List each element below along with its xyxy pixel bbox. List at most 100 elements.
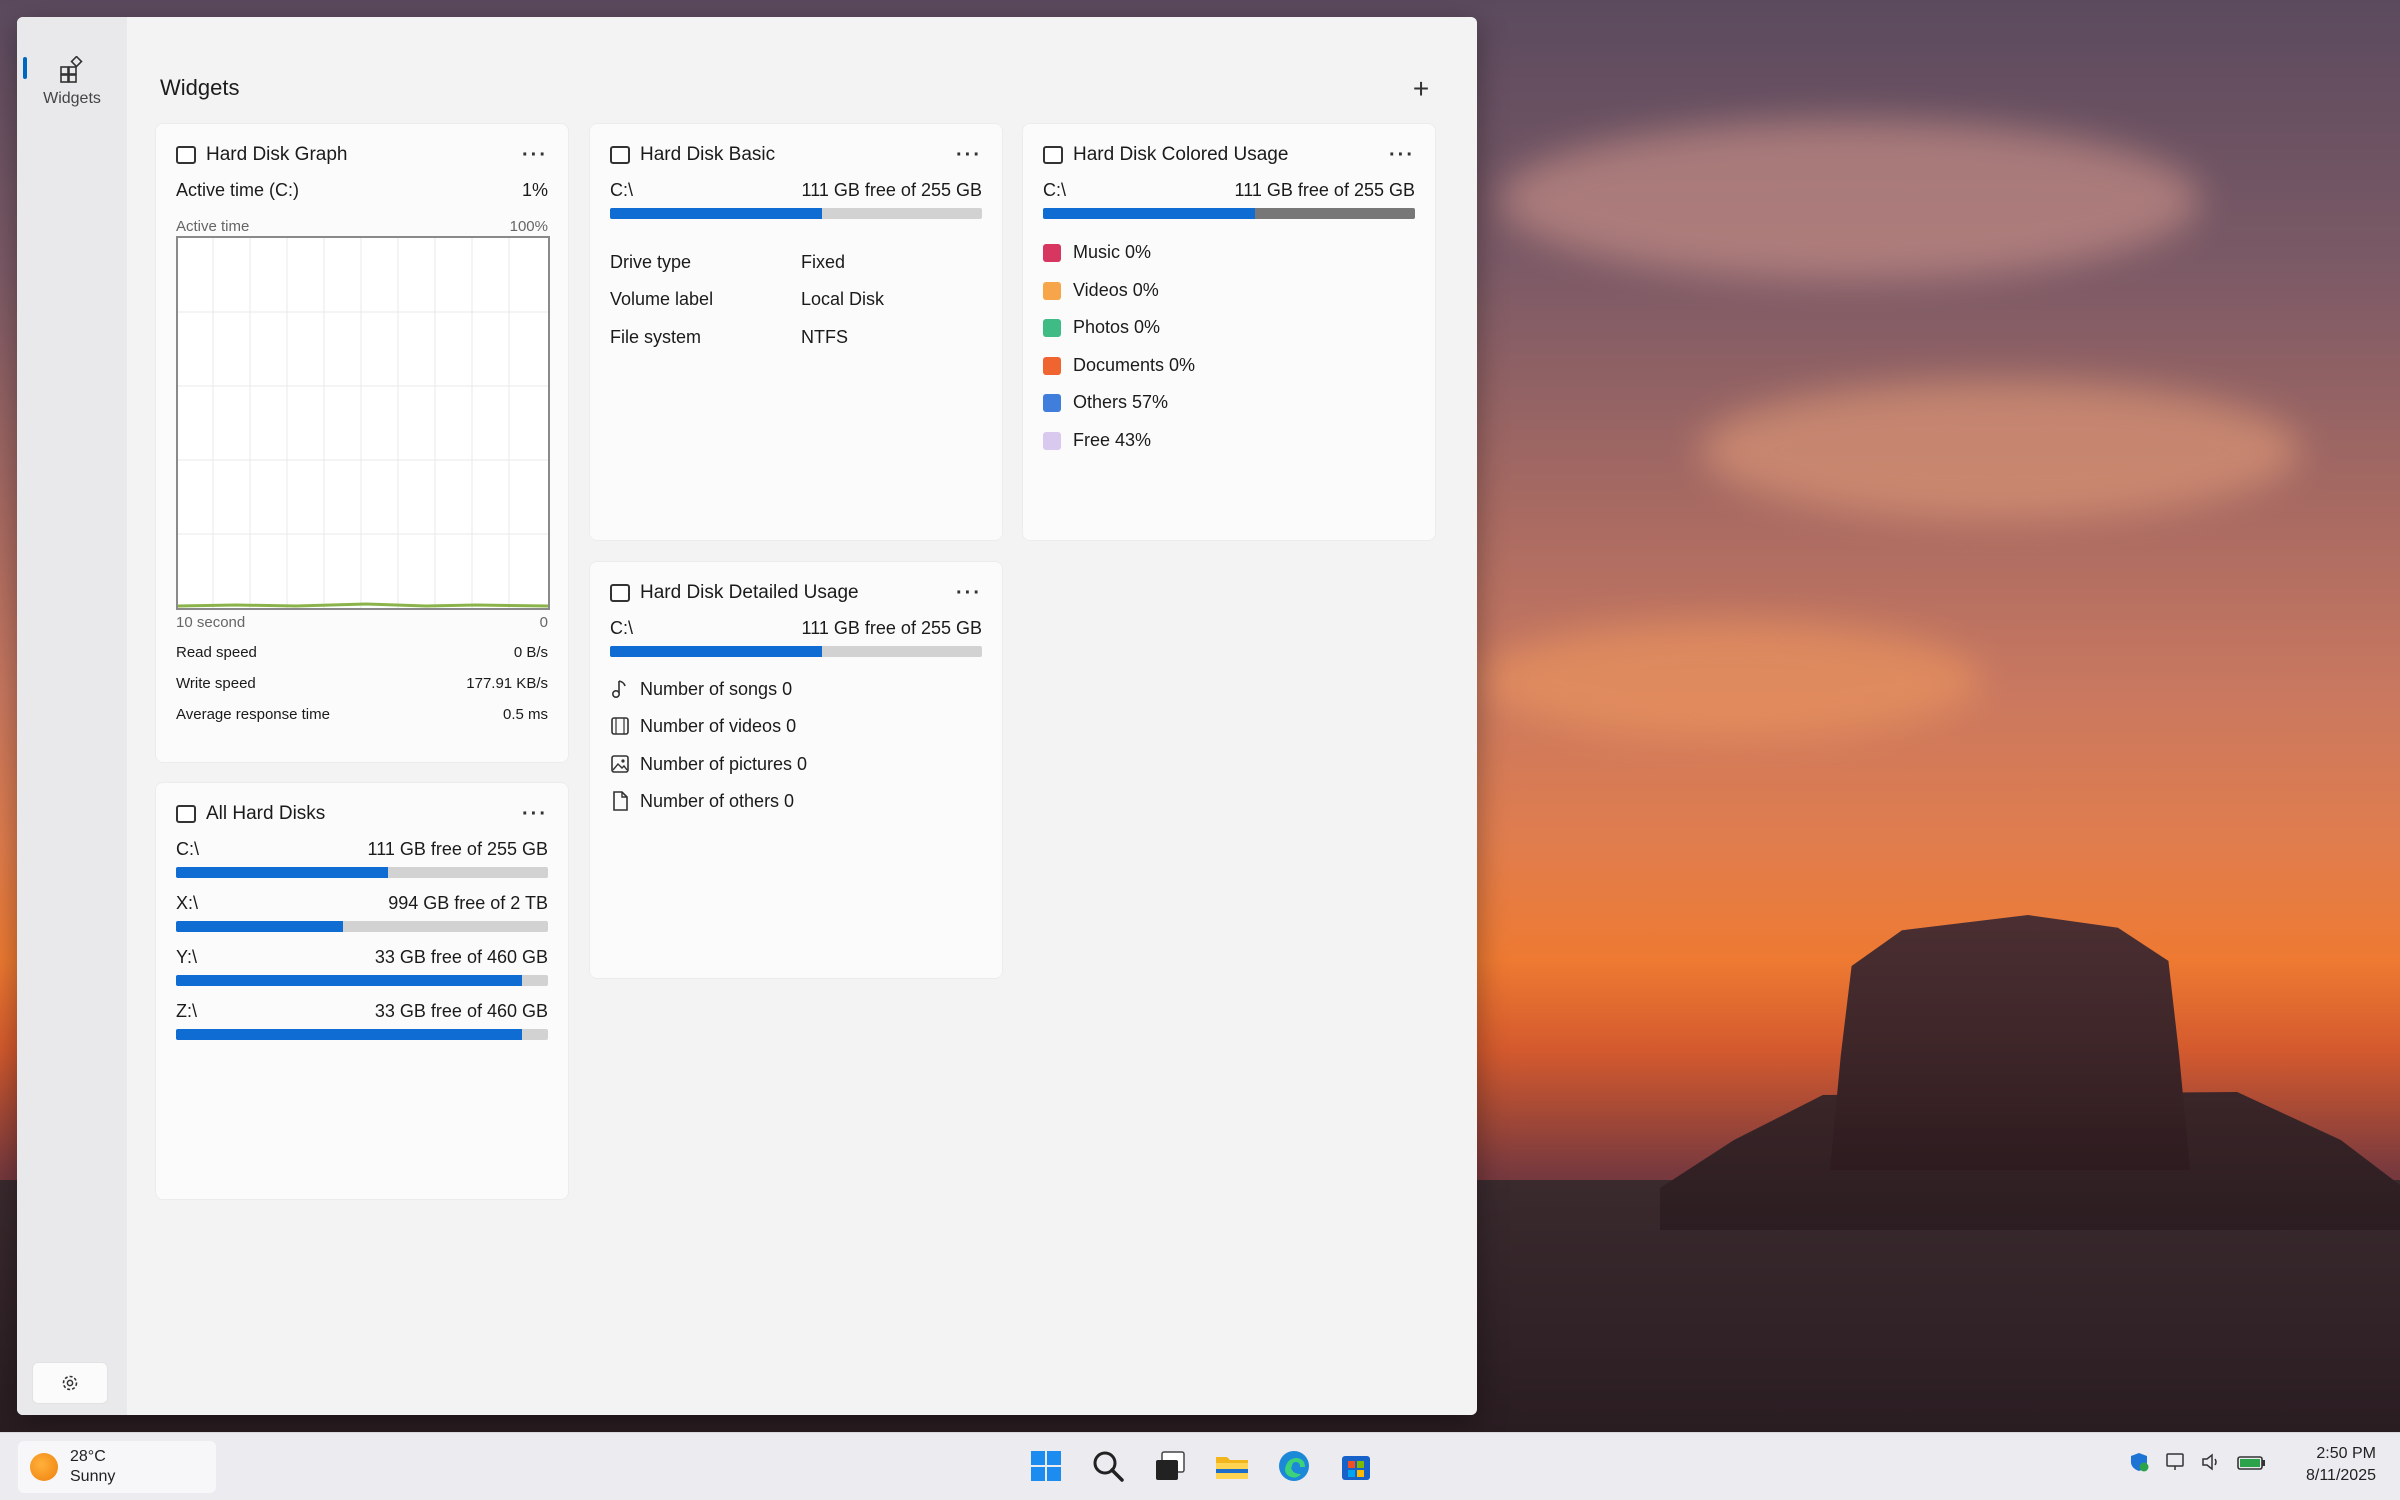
active-time-row: Active time (C:) 1% <box>176 180 548 201</box>
drive-label: Z:\ <box>176 1001 197 1021</box>
graph-axis-right: 0 <box>539 614 548 631</box>
edge-icon <box>1279 1451 1309 1481</box>
card-title: All Hard Disks <box>206 803 326 824</box>
network-icon[interactable] <box>2164 1451 2186 1473</box>
songs-label: Number of songs 0 <box>640 678 793 699</box>
legend-item: Photos 0% <box>1043 317 1160 338</box>
card-title: Hard Disk Detailed Usage <box>640 582 859 603</box>
drive-label: C:\ <box>176 839 200 859</box>
hard-disk-icon <box>610 584 630 602</box>
detail-value: Local Disk <box>801 289 885 309</box>
free-space-text: 111 GB free of 255 GB <box>801 618 982 638</box>
edge-browser-button[interactable] <box>1273 1445 1315 1487</box>
drive-label: X:\ <box>176 893 199 913</box>
legend-label: Others 57% <box>1073 392 1169 412</box>
usage-bar-fill <box>610 208 823 219</box>
legend-label: Free 43% <box>1073 430 1152 450</box>
hard-disk-graph-card: Hard Disk Graph ··· Active time (C:) 1% … <box>155 123 569 763</box>
add-widget-button[interactable]: + <box>1401 69 1441 109</box>
detail-row: Drive type Fixed <box>610 252 845 273</box>
disk-usage-bar <box>176 975 548 986</box>
more-options-button[interactable]: ··· <box>1389 144 1415 167</box>
card-header: All Hard Disks ··· <box>176 799 548 829</box>
task-view-button[interactable] <box>1149 1445 1191 1487</box>
nav-rail: Widgets <box>17 17 127 1415</box>
hard-disk-icon <box>176 805 196 823</box>
task-view-icon <box>1156 1451 1185 1480</box>
card-header: Hard Disk Colored Usage ··· <box>1043 140 1415 170</box>
colored-usage-bar <box>1043 208 1415 219</box>
clock-time: 2:50 PM <box>2316 1445 2376 1462</box>
detail-row: Volume label Local Disk <box>610 289 884 310</box>
usage-bar-fill <box>176 921 344 932</box>
drive-label: Y:\ <box>176 947 198 967</box>
stat-value: 0.5 ms <box>502 706 548 723</box>
volume-icon[interactable] <box>2200 1451 2222 1473</box>
pictures-row: Number of pictures 0 <box>610 753 807 775</box>
free-segment <box>1255 208 1415 219</box>
disk-row: Y:\ 33 GB free of 460 GB <box>176 947 548 968</box>
legend-swatch <box>1043 356 1061 375</box>
disk-row: Z:\ 33 GB free of 460 GB <box>176 1001 548 1022</box>
legend-item: Music 0% <box>1043 242 1151 263</box>
more-options-button[interactable]: ··· <box>956 582 982 605</box>
active-time-label: Active time (C:) <box>176 180 300 200</box>
folder-icon <box>1216 1457 1248 1479</box>
settings-button[interactable] <box>32 1362 108 1404</box>
start-button[interactable] <box>1025 1445 1067 1487</box>
more-options-button[interactable]: ··· <box>522 803 548 826</box>
nav-item-widgets[interactable]: Widgets <box>17 37 127 127</box>
usage-bar-fill <box>610 646 823 657</box>
card-title: Hard Disk Basic <box>640 144 776 165</box>
drive-label: C:\ <box>1043 180 1067 200</box>
battery-icon[interactable] <box>2236 1451 2266 1473</box>
shield-icon[interactable] <box>2128 1451 2150 1473</box>
free-space-text: 111 GB free of 255 GB <box>367 839 548 859</box>
more-options-button[interactable]: ··· <box>522 144 548 167</box>
legend-swatch <box>1043 243 1061 262</box>
search-button[interactable] <box>1087 1445 1129 1487</box>
free-space-text: 33 GB free of 460 GB <box>374 1001 548 1021</box>
widgets-icon <box>60 56 83 83</box>
drive-row: C:\ 111 GB free of 255 GB <box>610 180 982 201</box>
graph-caption-right: 100% <box>509 218 548 235</box>
mesa-rock <box>1830 915 2190 1170</box>
graph-caption-row: Active time 100% <box>176 218 548 235</box>
stat-label: Write speed <box>176 675 256 692</box>
hard-disk-basic-card: Hard Disk Basic ··· C:\ 111 GB free of 2… <box>589 123 1003 541</box>
others-row: Number of others 0 <box>610 790 794 812</box>
card-title: Hard Disk Graph <box>206 144 348 165</box>
clock[interactable]: 2:50 PM 8/11/2025 <box>2306 1443 2376 1487</box>
disk-row: C:\ 111 GB free of 255 GB <box>176 839 548 860</box>
stat-value: 177.91 KB/s <box>466 675 548 692</box>
write-speed-row: Write speed 177.91 KB/s <box>176 675 548 692</box>
legend-item: Others 57% <box>1043 392 1168 413</box>
taskbar-apps <box>1025 1445 1377 1487</box>
stat-label: Average response time <box>176 706 330 723</box>
usage-bar <box>610 646 982 657</box>
file-explorer-button[interactable] <box>1211 1445 1253 1487</box>
stat-value: 0 B/s <box>513 644 548 661</box>
store-button[interactable] <box>1335 1445 1377 1487</box>
legend-swatch <box>1043 281 1061 300</box>
detail-value: Fixed <box>801 252 846 272</box>
drive-row: C:\ 111 GB free of 255 GB <box>1043 180 1415 201</box>
card-header: Hard Disk Detailed Usage ··· <box>610 578 982 608</box>
detail-key: Volume label <box>610 289 714 309</box>
active-time-value: 1% <box>521 180 548 200</box>
disk-usage-bar <box>176 867 548 878</box>
store-icon <box>1342 1456 1370 1480</box>
weather-widget[interactable]: 28°C Sunny <box>18 1441 216 1493</box>
graph-axis-row: 10 second 0 <box>176 614 548 631</box>
widgets-window: Widgets Widgets + Hard Disk Graph ··· Ac… <box>17 17 1477 1415</box>
others-label: Number of others 0 <box>640 790 795 811</box>
response-time-row: Average response time 0.5 ms <box>176 706 548 723</box>
card-header: Hard Disk Graph ··· <box>176 140 548 170</box>
weather-text: 28°C Sunny <box>70 1447 115 1487</box>
free-space-text: 994 GB free of 2 TB <box>388 893 548 913</box>
legend-swatch <box>1043 318 1061 337</box>
more-options-button[interactable]: ··· <box>956 144 982 167</box>
usage-bar-fill <box>176 975 522 986</box>
free-space-text: 111 GB free of 255 GB <box>1234 180 1415 200</box>
background-cloud <box>1700 380 2300 520</box>
